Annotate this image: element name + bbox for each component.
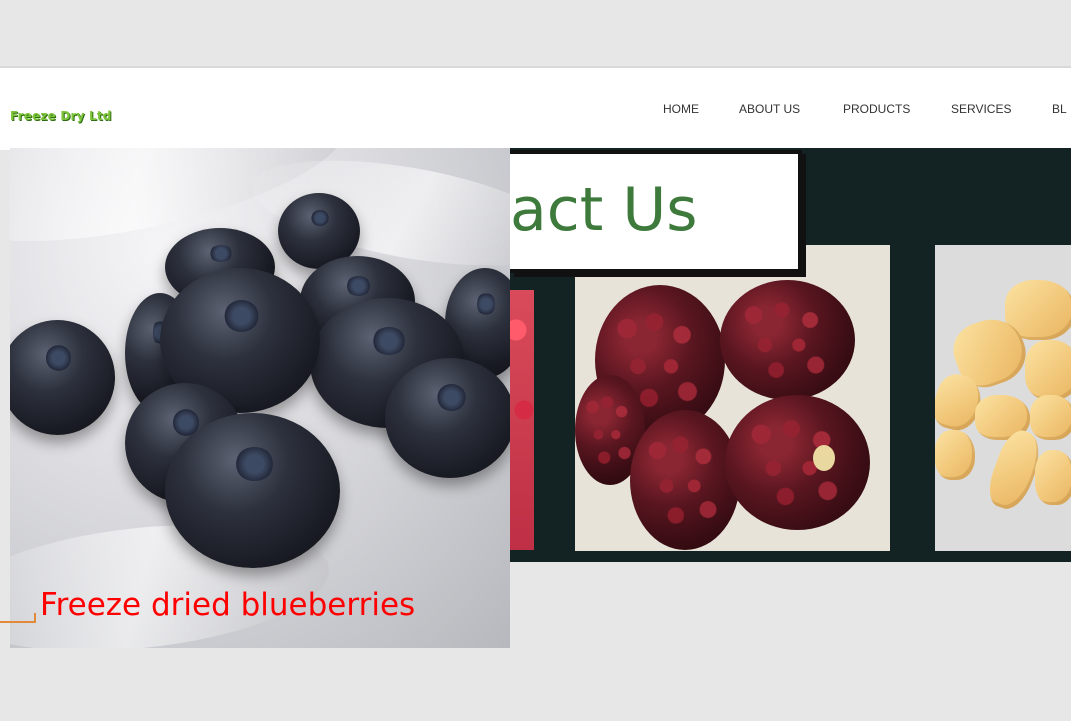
raspberry-image [510,290,534,550]
blueberry-photo [10,148,510,648]
photo-caption: Freeze dried blueberries [40,587,416,623]
site-logo[interactable]: Freeze Dry Ltd [10,109,112,123]
nav-home[interactable]: HOME [663,102,699,116]
site-header: Freeze Dry Ltd HOME ABOUT US PRODUCTS SE… [0,66,1071,150]
nav-about-us[interactable]: ABOUT US [739,102,800,116]
nav-blog[interactable]: BL [1052,102,1067,116]
divider-line [0,613,36,623]
mulberry-image [575,245,890,551]
contact-heading: act Us [510,175,698,245]
nav-services[interactable]: SERVICES [951,102,1011,116]
nav-products[interactable]: PRODUCTS [843,102,910,116]
freeze-dried-fruit-image [935,245,1071,551]
